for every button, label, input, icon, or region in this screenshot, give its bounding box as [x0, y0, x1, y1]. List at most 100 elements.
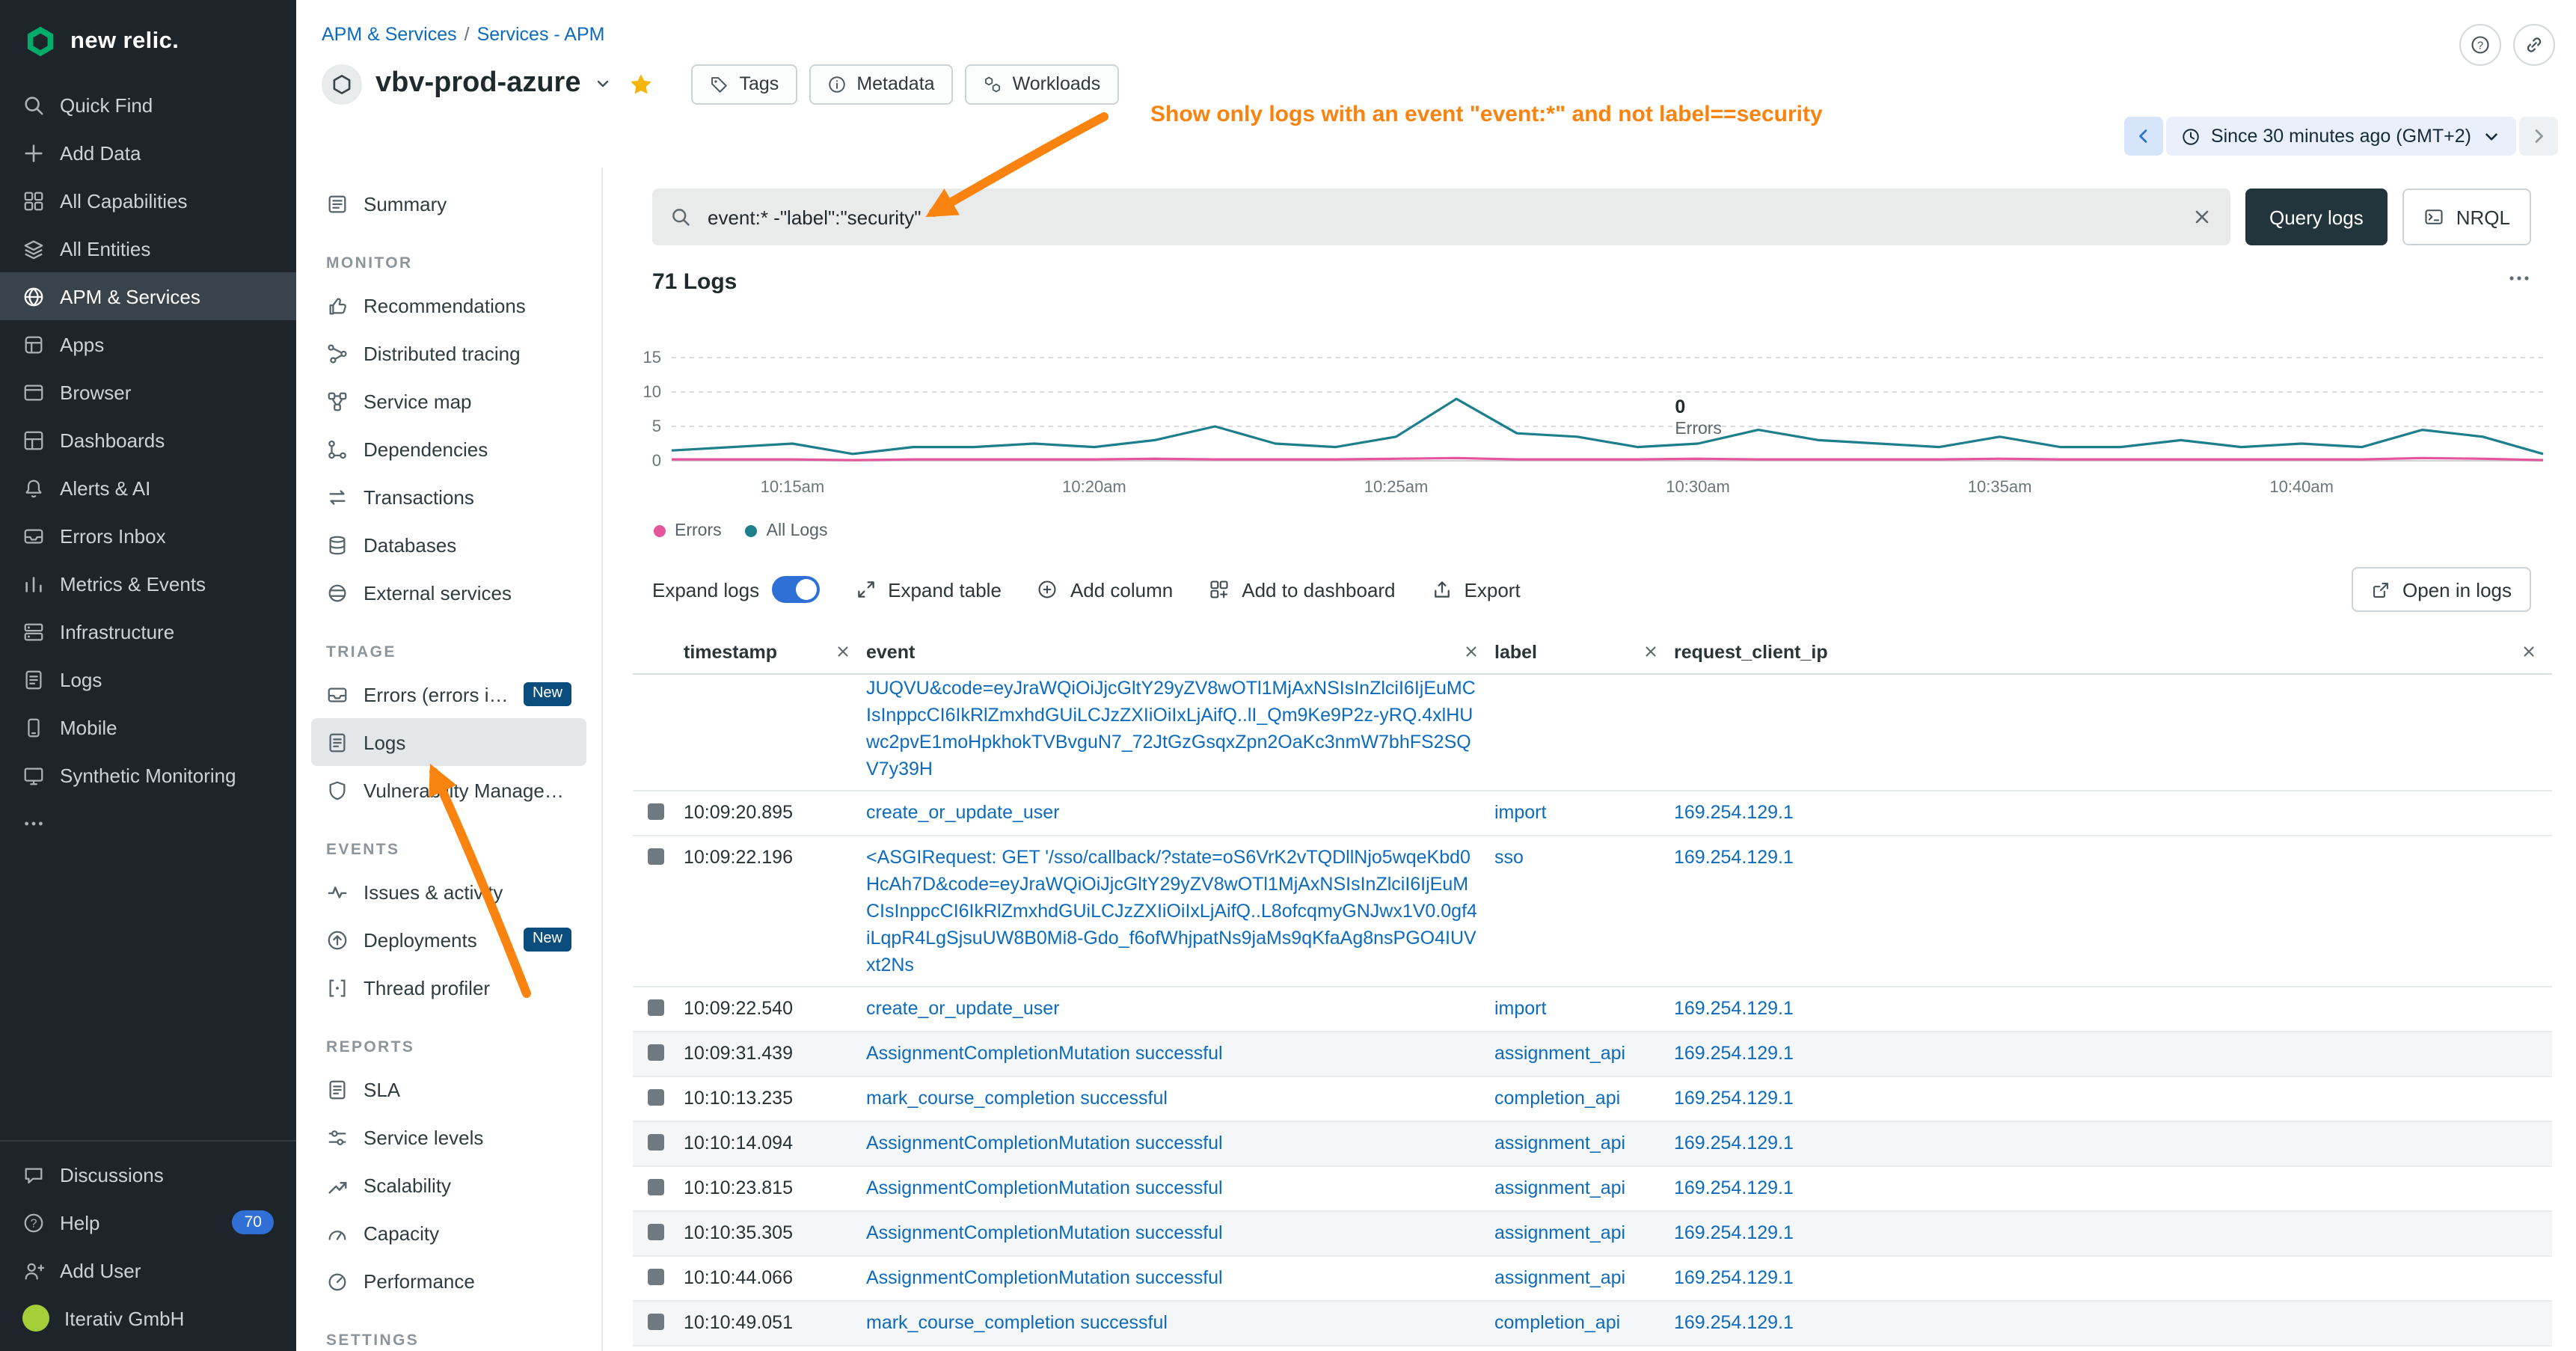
table-row[interactable]: JUQVU&code=eyJraWQiOiJjcGltY29yZV8wOTl1M… — [633, 675, 2552, 791]
sidebar-item-errors-inbox[interactable]: Errors Inbox — [0, 512, 296, 560]
subnav-item-capacity[interactable]: Capacity — [311, 1209, 586, 1257]
sidebar-item-dashboards[interactable]: Dashboards — [0, 416, 296, 464]
subnav-item-distributed-tracing[interactable]: Distributed tracing — [311, 329, 586, 377]
label-link[interactable]: sso — [1494, 844, 1659, 871]
row-select-cell[interactable] — [633, 1174, 684, 1203]
event-link[interactable]: <ASGIRequest: GET '/sso/callback/?state=… — [866, 844, 1479, 978]
table-row[interactable]: 10:09:20.895create_or_update_userimport1… — [633, 791, 2552, 836]
sidebar-item-browser[interactable]: Browser — [0, 368, 296, 416]
sidebar-item-all-capabilities[interactable]: All Capabilities — [0, 177, 296, 224]
table-row[interactable]: 10:10:35.305AssignmentCompletionMutation… — [633, 1212, 2552, 1257]
breadcrumb-apm-services[interactable]: APM & Services — [322, 24, 457, 45]
subnav-item-recommendations[interactable]: Recommendations — [311, 281, 586, 329]
sidebar-item-metrics-events[interactable]: Metrics & Events — [0, 560, 296, 607]
log-search-box[interactable] — [652, 189, 2230, 245]
ip-link[interactable]: 169.254.129.1 — [1674, 1085, 2537, 1112]
open-in-logs-button[interactable]: Open in logs — [2352, 567, 2531, 612]
subnav-item-thread-profiler[interactable]: Thread profiler — [311, 964, 586, 1011]
logs-chart-svg[interactable]: 05101510:15am10:20am10:25am10:30am10:35a… — [633, 310, 2552, 504]
sidebar-item-apm-services[interactable]: APM & Services — [0, 272, 296, 320]
table-row[interactable]: 10:11:00.311AssignmentCompletionMutation… — [633, 1347, 2552, 1351]
legend-errors[interactable]: Errors — [654, 522, 722, 540]
entity-switcher-chevron-icon[interactable] — [595, 75, 613, 93]
workloads-pill[interactable]: Workloads — [965, 64, 1119, 104]
new-relic-logo[interactable]: new relic. — [0, 0, 296, 75]
row-select-cell[interactable] — [633, 844, 684, 872]
clear-search-icon[interactable] — [2192, 206, 2212, 227]
subnav-item-transactions[interactable]: Transactions — [311, 473, 586, 521]
add-column-button[interactable]: Add column — [1037, 578, 1173, 601]
sidebar-item-help[interactable]: Help70 — [0, 1198, 296, 1246]
sidebar-item-apps[interactable]: Apps — [0, 320, 296, 368]
tags-pill[interactable]: Tags — [692, 64, 797, 104]
add-to-dashboard-button[interactable]: Add to dashboard — [1209, 578, 1395, 601]
ip-link[interactable]: 169.254.129.1 — [1674, 1174, 2537, 1201]
sidebar-item-alerts-ai[interactable]: Alerts & AI — [0, 464, 296, 512]
sidebar-item-more[interactable] — [0, 799, 296, 847]
event-link[interactable]: mark_course_completion successful — [866, 1309, 1479, 1336]
column-header-event[interactable]: event — [866, 641, 1494, 662]
breadcrumb-services-apm[interactable]: Services - APM — [477, 24, 605, 45]
metadata-pill[interactable]: Metadata — [809, 64, 952, 104]
label-link[interactable]: import — [1494, 995, 1659, 1022]
label-link[interactable]: assignment_api — [1494, 1040, 1659, 1067]
query-logs-button[interactable]: Query logs — [2245, 189, 2388, 245]
copy-link-button[interactable] — [2513, 24, 2555, 66]
label-link[interactable]: assignment_api — [1494, 1264, 1659, 1291]
event-link[interactable]: AssignmentCompletionMutation successful — [866, 1130, 1479, 1157]
subnav-item-logs[interactable]: Logs — [311, 718, 586, 766]
row-select-cell[interactable] — [633, 995, 684, 1023]
sidebar-item-synthetic-monitoring[interactable]: Synthetic Monitoring — [0, 751, 296, 799]
sidebar-item-logs[interactable]: Logs — [0, 655, 296, 703]
time-range-button[interactable]: Since 30 minutes ago (GMT+2) — [2166, 117, 2516, 156]
time-back-button[interactable] — [2124, 117, 2163, 156]
event-link[interactable]: AssignmentCompletionMutation successful — [866, 1219, 1479, 1246]
ip-link[interactable]: 169.254.129.1 — [1674, 1130, 2537, 1157]
export-button[interactable]: Export — [1432, 578, 1521, 601]
row-select-cell[interactable] — [633, 1085, 684, 1113]
row-select-cell[interactable] — [633, 799, 684, 827]
favorite-star-icon[interactable] — [629, 71, 654, 96]
subnav-item-deployments[interactable]: DeploymentsNew — [311, 916, 586, 964]
label-link[interactable]: assignment_api — [1494, 1130, 1659, 1157]
ip-link[interactable]: 169.254.129.1 — [1674, 1219, 2537, 1246]
expand-table-button[interactable]: Expand table — [855, 578, 1002, 601]
subnav-item-sla[interactable]: SLA — [311, 1065, 586, 1113]
table-row[interactable]: 10:10:13.235mark_course_completion succe… — [633, 1077, 2552, 1122]
subnav-item-service-map[interactable]: Service map — [311, 377, 586, 425]
subnav-item-dependencies[interactable]: Dependencies — [311, 425, 586, 473]
label-link[interactable]: import — [1494, 799, 1659, 826]
subnav-item-service-levels[interactable]: Service levels — [311, 1113, 586, 1161]
sidebar-item-add-user[interactable]: Add User — [0, 1246, 296, 1294]
table-row[interactable]: 10:09:22.540create_or_update_userimport1… — [633, 987, 2552, 1032]
ip-link[interactable]: 169.254.129.1 — [1674, 1309, 2537, 1336]
column-header-request-client-ip[interactable]: request_client_ip — [1674, 641, 2552, 662]
event-link[interactable]: create_or_update_user — [866, 799, 1479, 826]
table-row[interactable]: 10:10:23.815AssignmentCompletionMutation… — [633, 1167, 2552, 1212]
table-row[interactable]: 10:10:44.066AssignmentCompletionMutation… — [633, 1257, 2552, 1302]
subnav-item-summary[interactable]: Summary — [311, 180, 586, 227]
time-forward-button[interactable] — [2519, 117, 2558, 156]
sidebar-item-add-data[interactable]: Add Data — [0, 129, 296, 177]
legend-all-logs[interactable]: All Logs — [746, 522, 828, 540]
remove-column-icon[interactable] — [2521, 643, 2537, 660]
label-link[interactable]: assignment_api — [1494, 1174, 1659, 1201]
nrql-button[interactable]: NRQL — [2402, 189, 2531, 245]
event-link[interactable]: JUQVU&code=eyJraWQiOiJjcGltY29yZV8wOTl1M… — [866, 675, 1479, 782]
table-row[interactable]: 10:09:22.196<ASGIRequest: GET '/sso/call… — [633, 836, 2552, 987]
sidebar-item-discussions[interactable]: Discussions — [0, 1151, 296, 1198]
log-search-input[interactable] — [705, 204, 2178, 230]
ip-link[interactable]: 169.254.129.1 — [1674, 844, 2537, 871]
row-select-cell[interactable] — [633, 1264, 684, 1293]
row-select-cell[interactable] — [633, 1219, 684, 1248]
sidebar-item-quick-find[interactable]: Quick Find — [0, 81, 296, 129]
event-link[interactable]: AssignmentCompletionMutation successful — [866, 1264, 1479, 1291]
sidebar-item-mobile[interactable]: Mobile — [0, 703, 296, 751]
subnav-item-databases[interactable]: Databases — [311, 521, 586, 569]
subnav-item-scalability[interactable]: Scalability — [311, 1161, 586, 1209]
row-select-cell[interactable] — [633, 1040, 684, 1068]
event-link[interactable]: AssignmentCompletionMutation successful — [866, 1174, 1479, 1201]
remove-column-icon[interactable] — [1643, 643, 1659, 660]
help-button[interactable] — [2459, 24, 2501, 66]
column-header-timestamp[interactable]: timestamp — [684, 641, 866, 662]
